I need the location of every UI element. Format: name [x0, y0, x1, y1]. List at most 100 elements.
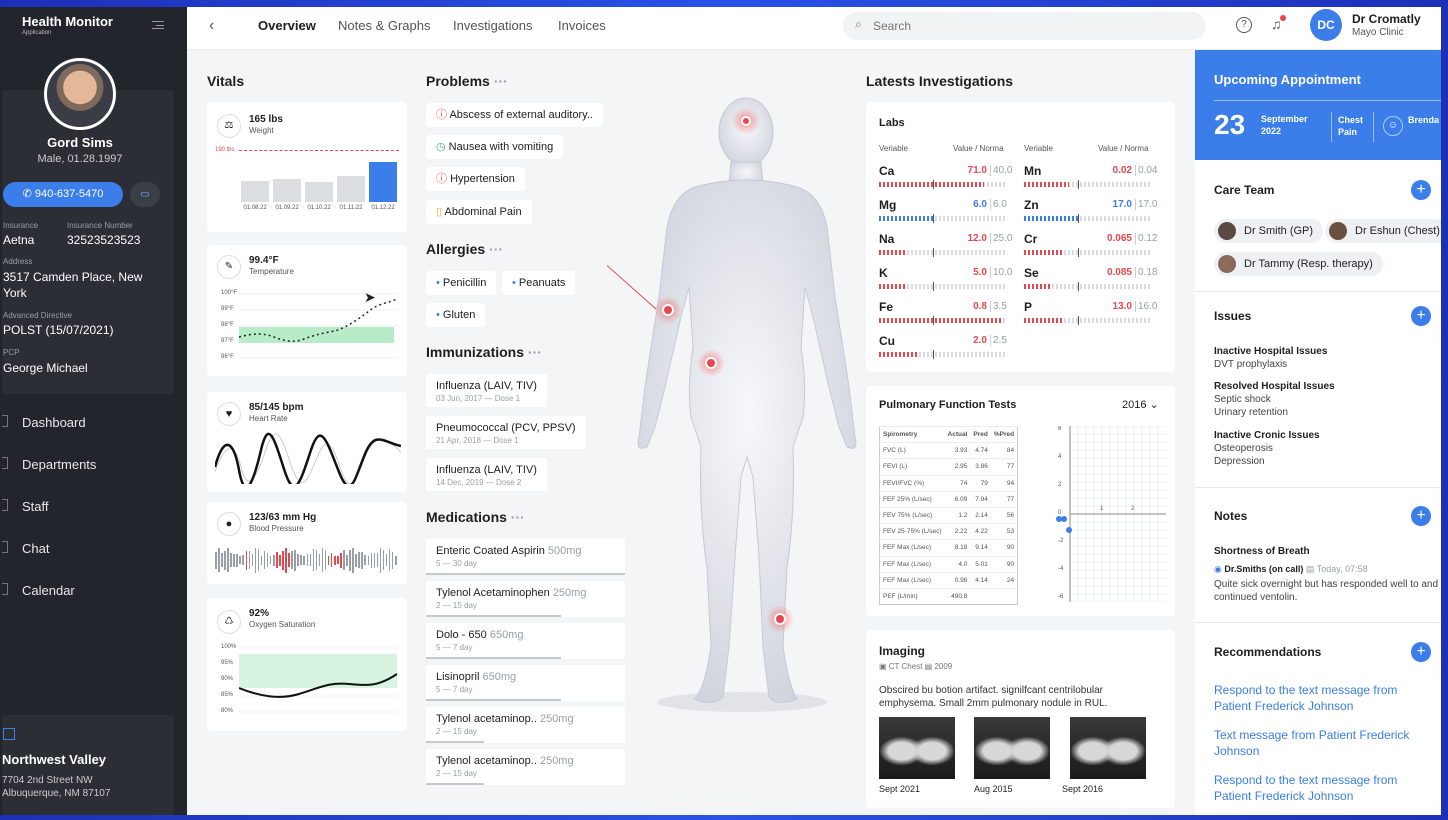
- add-issue-button[interactable]: +: [1411, 306, 1431, 326]
- immunization-item[interactable]: Pneumococcal (PCV, PPSV) 21 Apr, 2018 — D…: [426, 416, 586, 449]
- lab-value: 13.0: [1112, 301, 1132, 312]
- bp-bar: [236, 553, 238, 567]
- allergies-more-icon[interactable]: ···: [489, 241, 503, 257]
- user-avatar[interactable]: DC: [1310, 9, 1342, 41]
- pft-y-tick: -6: [1058, 594, 1064, 600]
- lab-name: Na: [879, 232, 895, 246]
- tab-notes-graphs[interactable]: Notes & Graphs: [338, 18, 431, 33]
- pft-row: FEF Max (L/sec) 4.0 5.01 90: [879, 555, 1018, 573]
- allergies-title-text: Allergies: [426, 241, 486, 257]
- blood-pressure-card[interactable]: ● 123/63 mm Hg Blood Pressure: [207, 502, 407, 584]
- tab-invoices[interactable]: Invoices: [558, 18, 606, 33]
- back-chevron-icon[interactable]: ‹: [209, 17, 214, 35]
- xray-thumbnail[interactable]: [974, 717, 1050, 779]
- problem-label: Hypertension: [450, 173, 515, 185]
- bp-bar: [297, 554, 299, 566]
- recommendation-link[interactable]: Respond to the text message from Patient…: [1214, 772, 1429, 804]
- weight-card[interactable]: ⚖ 165 lbs Weight 190 lbs 01.08.22 01.09.2…: [207, 102, 407, 232]
- medication-detail: 5 — 7 day: [436, 643, 473, 652]
- immunizations-more-icon[interactable]: ···: [528, 344, 542, 360]
- pft-row: FEF Max (L/sec) 8.18 9.14 90: [879, 539, 1018, 556]
- menu-collapse-icon[interactable]: [152, 21, 164, 29]
- message-button[interactable]: ▭: [130, 182, 160, 207]
- lab-bar: [1024, 180, 1152, 189]
- problems-more-icon[interactable]: ···: [494, 73, 508, 89]
- oxygen-card[interactable]: ♺ 92% Oxygen Saturation 100% 95% 90% 85%…: [207, 598, 407, 731]
- immunization-item[interactable]: Influenza (LAIV, TIV) 03 Jun, 2017 — Dose…: [426, 374, 547, 407]
- recommendation-link[interactable]: Text message from Patient Frederick John…: [1214, 727, 1429, 759]
- weight-bar: [337, 176, 365, 202]
- imaging-card: Imaging ▣ CT Chest ▤ 2009 Obscired bu bo…: [866, 630, 1175, 808]
- problem-item[interactable]: ▯ Abdominal Pain: [426, 200, 532, 224]
- medication-item[interactable]: Dolo - 650 650mg 5 — 7 day: [426, 623, 625, 659]
- chevron-down-icon: ⌄: [1149, 399, 1159, 411]
- medication-item[interactable]: Enteric Coated Aspirin 500mg 5 — 30 day: [426, 539, 625, 575]
- temperature-card[interactable]: ✎ 99.4°F Temperature 100°F 99°F 98°F 97°…: [207, 245, 407, 376]
- xray-thumbnail[interactable]: [1070, 717, 1146, 779]
- problem-item[interactable]: ⓘ Abscess of external auditory..: [426, 103, 603, 127]
- nav-calendar-label: Calendar: [22, 583, 75, 598]
- marker-shoulder[interactable]: [662, 304, 674, 316]
- problem-label: Nausea with vomiting: [448, 141, 554, 153]
- pft-cell: 2.22: [944, 523, 971, 540]
- medication-item[interactable]: Tylenol acetaminop.. 250mg 2 — 15 day: [426, 749, 625, 785]
- care-team-member[interactable]: Dr Eshun (Chest): [1325, 219, 1441, 243]
- allergy-item[interactable]: • Penicillin: [426, 271, 497, 295]
- clinic-address1: 7704 2nd Street NW: [2, 775, 93, 786]
- pft-year-select[interactable]: 2016 ⌄: [1122, 398, 1159, 411]
- heart-rate-card[interactable]: ♥ 85/145 bpm Heart Rate: [207, 392, 407, 492]
- medications-more-icon[interactable]: ···: [511, 509, 525, 525]
- medication-item[interactable]: Tylenol acetaminop.. 250mg 2 — 15 day: [426, 707, 625, 743]
- allergy-item[interactable]: • Peanuats: [502, 271, 576, 295]
- allergy-item[interactable]: • Gluten: [426, 303, 486, 327]
- marker-knee[interactable]: [774, 613, 786, 625]
- problem-item[interactable]: ◷ Nausea with vomiting: [426, 135, 564, 159]
- search-input[interactable]: [873, 17, 1173, 35]
- tab-investigations[interactable]: Investigations: [453, 18, 533, 33]
- medication-item[interactable]: Tylenol Acetaminophen 250mg 2 — 15 day: [426, 581, 625, 617]
- care-team-member[interactable]: Dr Tammy (Resp. therapy): [1214, 252, 1383, 276]
- tab-overview[interactable]: Overview: [258, 18, 316, 33]
- call-button[interactable]: ✆ 940-637-5470: [3, 182, 123, 207]
- lab-bar-fill: [879, 250, 907, 255]
- appointment-card[interactable]: Upcoming Appointment 23 September 2022 C…: [1195, 50, 1441, 160]
- medication-progress: [426, 783, 484, 785]
- pft-card: Pulmonary Function Tests 2016 ⌄ Spiromet…: [866, 386, 1175, 616]
- xray-thumbnail[interactable]: [879, 717, 955, 779]
- immunization-item[interactable]: Influenza (LAIV, TIV) 14 Dec, 2019 — Dose…: [426, 458, 547, 491]
- notification-dot: [1280, 15, 1286, 21]
- body-figure[interactable]: [607, 87, 877, 717]
- marker-abdomen[interactable]: [705, 357, 717, 369]
- nav-staff[interactable]: Staff: [2, 499, 49, 514]
- bp-bar: [303, 555, 306, 565]
- lab-bar-fill: [1024, 318, 1062, 323]
- help-icon[interactable]: ?: [1236, 17, 1252, 33]
- medication-name: Enteric Coated Aspirin: [436, 545, 545, 557]
- add-recommendation-button[interactable]: +: [1411, 642, 1431, 662]
- add-note-button[interactable]: +: [1411, 506, 1431, 526]
- immunization-detail: 03 Jun, 2017 — Dose 1: [436, 394, 521, 403]
- bp-chart: [215, 542, 399, 578]
- nav-departments[interactable]: Departments: [2, 457, 96, 472]
- pft-row: FEV 25-75% (L/sec) 2.22 4.22 53: [879, 523, 1018, 540]
- care-team-member[interactable]: Dr Smith (GP): [1214, 219, 1324, 243]
- main-panel: ‹ Overview Notes & Graphs Investigations…: [187, 7, 1441, 815]
- marker-head[interactable]: [741, 116, 751, 126]
- lab-bar-fill: [1024, 182, 1069, 187]
- blood-drop-icon: ●: [217, 512, 241, 536]
- nav-calendar[interactable]: Calendar: [2, 583, 75, 598]
- add-care-team-button[interactable]: +: [1411, 180, 1431, 200]
- medication-progress: [426, 615, 561, 617]
- nav-chat[interactable]: Chat: [2, 541, 49, 556]
- bp-bar: [382, 550, 385, 570]
- calendar-icon: [2, 583, 8, 595]
- problem-label: Abscess of external auditory..: [449, 109, 593, 121]
- recommendation-link[interactable]: Respond to the text message from Patient…: [1214, 682, 1429, 714]
- medication-item[interactable]: Lisinopril 650mg 5 — 7 day: [426, 665, 625, 701]
- problem-item[interactable]: ⓘ Hypertension: [426, 167, 525, 191]
- nav-dashboard[interactable]: Dashboard: [2, 415, 86, 430]
- search-box[interactable]: ⌕: [843, 12, 1206, 40]
- building-icon: [3, 728, 15, 740]
- lab-norm-marker: [933, 282, 934, 291]
- care-team-member-name: Dr Eshun (Chest): [1355, 225, 1440, 237]
